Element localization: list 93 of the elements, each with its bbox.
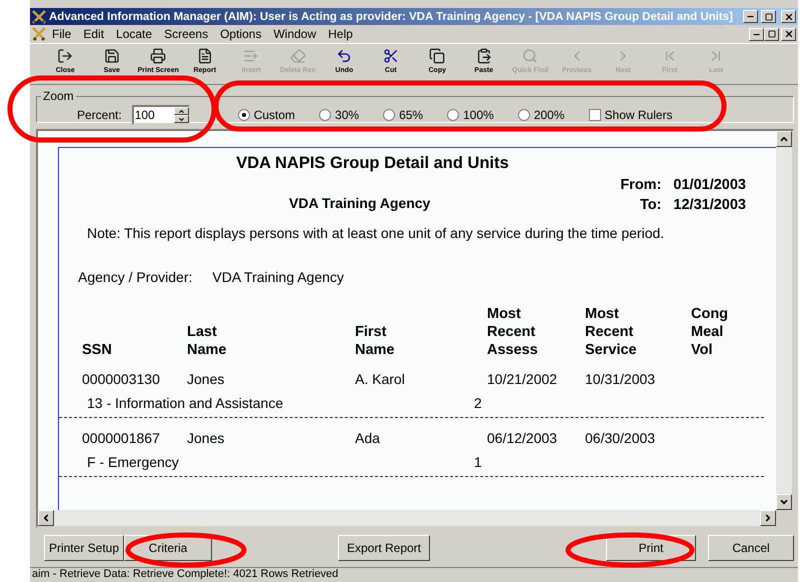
- column-header: First Name: [355, 323, 394, 359]
- table-cell-text: Ada: [355, 430, 381, 446]
- date-label: From:: [620, 177, 662, 193]
- close-icon: [784, 12, 794, 22]
- spin-down-button[interactable]: [174, 115, 189, 123]
- restore-button[interactable]: [764, 28, 779, 40]
- radio-button[interactable]: [319, 109, 332, 121]
- menu-item[interactable]: Locate: [110, 27, 158, 41]
- date-value: 01/01/2003: [673, 177, 746, 193]
- dialog-button[interactable]: Cancel: [708, 535, 794, 561]
- restore-button[interactable]: [761, 10, 776, 23]
- minimize-button[interactable]: [749, 28, 764, 40]
- checkbox-label: Show Rulers: [604, 108, 673, 122]
- table-cell-text: 06/12/2003: [487, 430, 558, 446]
- scroll-right-button[interactable]: [760, 510, 776, 526]
- dialog-button[interactable]: Export Report: [338, 535, 430, 561]
- column-header: Most Recent Service: [585, 305, 637, 359]
- table-cell-text: 10/31/2003: [585, 371, 656, 387]
- dialog-button[interactable]: Printer Setup: [44, 535, 124, 561]
- report-title: VDA NAPIS Group Detail and Units: [235, 154, 510, 173]
- column-header: Cong Meal Vol: [691, 305, 728, 359]
- column-header: Most Recent Assess: [487, 305, 538, 359]
- crossed-swords-icon: [32, 27, 46, 41]
- down-icon: [779, 497, 789, 507]
- exit-icon: [57, 48, 74, 64]
- scroll-up-button[interactable]: [776, 131, 792, 147]
- percent-spinner[interactable]: 100: [132, 105, 190, 125]
- window-title: Advanced Information Manager (AIM): User is Acting as provider: VDA Training Agency - [VDA NAPIS Group Detail and Units]: [49, 10, 734, 22]
- radio-label: 65%: [399, 108, 424, 122]
- column-header: Last Name: [187, 323, 226, 359]
- horizontal-scrollbar[interactable]: [38, 510, 776, 526]
- close-button[interactable]: [781, 10, 796, 23]
- save-icon: [104, 48, 120, 64]
- service-name: 13 - Information and Assistance: [87, 395, 284, 411]
- radio-label: 200%: [534, 108, 565, 122]
- search-icon: [522, 48, 538, 64]
- left-icon: [41, 513, 51, 523]
- vertical-scrollbar[interactable]: [776, 131, 792, 510]
- up-icon: [178, 108, 185, 114]
- minimize-button[interactable]: [743, 10, 758, 23]
- right-icon: [763, 513, 773, 523]
- restore-icon: [764, 12, 772, 20]
- scissors-icon: [382, 48, 399, 64]
- radio-label: 100%: [463, 108, 494, 122]
- spin-up-button[interactable]: [174, 107, 189, 115]
- date-label: To:: [638, 197, 662, 213]
- radio-button[interactable]: [238, 109, 250, 121]
- radio-label: 30%: [335, 108, 360, 122]
- radio-label: Custom: [254, 108, 296, 122]
- table-cell-text: 0000003130: [82, 371, 161, 387]
- radio-button[interactable]: [518, 109, 530, 121]
- table-cell-text: A. Karol: [355, 371, 406, 387]
- scroll-down-button[interactable]: [776, 494, 792, 510]
- scroll-left-button[interactable]: [38, 510, 54, 526]
- menu-item[interactable]: Screens: [158, 27, 214, 41]
- restore-icon: [768, 30, 776, 38]
- unit-count: 2: [474, 395, 483, 411]
- eraser-icon: [290, 48, 306, 64]
- menu-item[interactable]: Edit: [77, 27, 110, 41]
- list-add-icon: [243, 48, 260, 64]
- printer-icon: [150, 48, 166, 64]
- report-note: Note: This report displays persons with at least one unit of any service during the time period.: [86, 224, 666, 241]
- up-icon: [779, 134, 789, 144]
- menu-item[interactable]: Window: [267, 27, 322, 41]
- undo-icon: [336, 48, 352, 64]
- group-legend: Zoom: [41, 89, 76, 103]
- date-value: 12/31/2003: [673, 197, 746, 213]
- unit-count: 1: [474, 454, 483, 470]
- provider-value: VDA Training Agency: [212, 269, 344, 285]
- table-cell-text: Jones: [187, 430, 226, 446]
- service-name: F - Emergency: [87, 454, 180, 470]
- close-icon: [784, 29, 794, 39]
- table-cell-text: 06/30/2003: [585, 430, 656, 446]
- clipboard-icon: [476, 48, 492, 64]
- copy-icon: [429, 48, 446, 64]
- agency-heading: VDA Training Agency: [288, 194, 432, 211]
- crossed-swords-icon: [32, 10, 46, 24]
- table-cell-text: Jones: [187, 371, 226, 387]
- radio-button[interactable]: [383, 109, 396, 121]
- provider-label: Agency / Provider:: [78, 269, 192, 285]
- close-button[interactable]: [781, 28, 796, 40]
- radio-button[interactable]: [447, 109, 460, 121]
- document-icon: [196, 48, 213, 64]
- menu-item[interactable]: Options: [214, 27, 268, 41]
- checkbox[interactable]: [588, 109, 601, 121]
- table-cell-text: 10/21/2002: [487, 371, 558, 387]
- down-icon: [178, 116, 185, 122]
- column-header: SSN: [82, 341, 112, 359]
- table-cell-text: 0000001867: [82, 430, 161, 446]
- menu-item[interactable]: Help: [322, 27, 359, 41]
- field-label: Percent:: [77, 108, 122, 122]
- menu-item[interactable]: File: [46, 27, 78, 41]
- status-bar: aim - Retrieve Data: Retrieve Complete!: 4021 Rows Retrieved: [30, 567, 798, 582]
